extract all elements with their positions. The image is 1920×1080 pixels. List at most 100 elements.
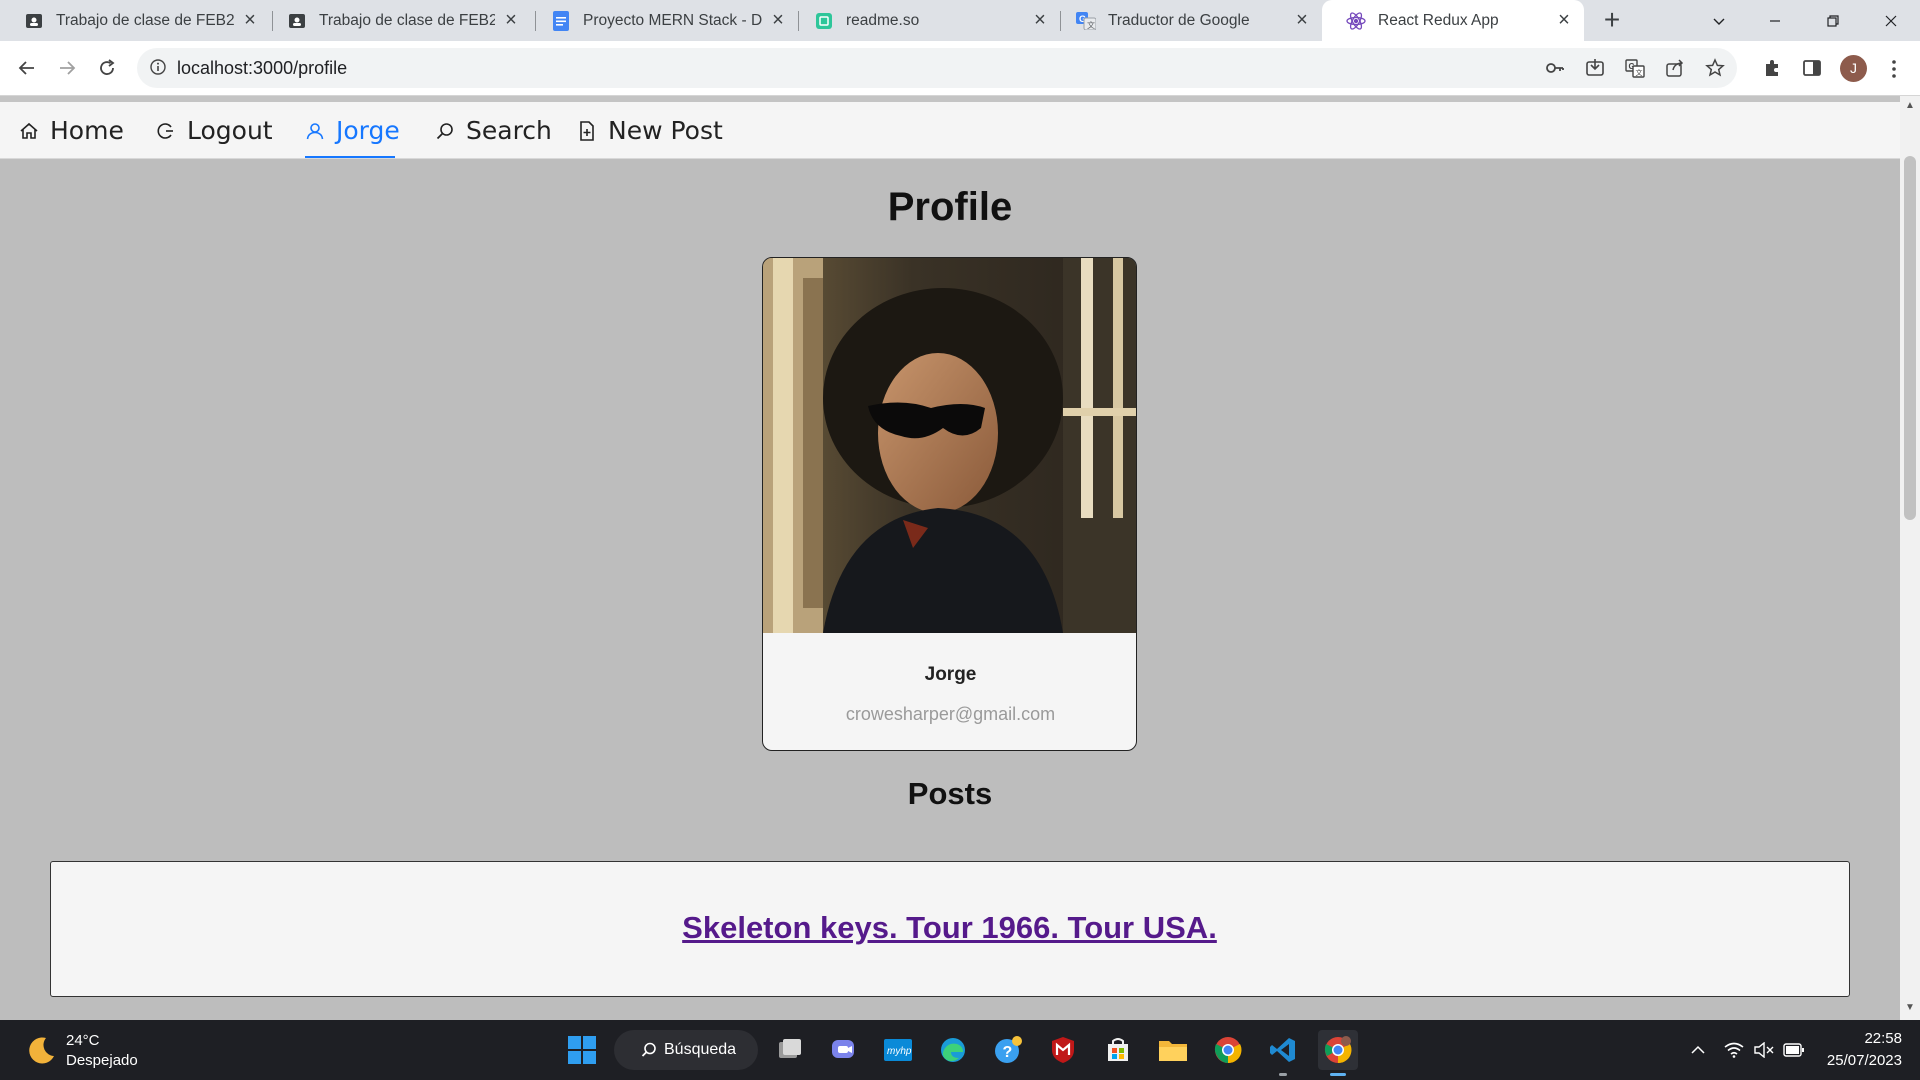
reload-button[interactable]: [92, 53, 122, 83]
forward-button[interactable]: [52, 53, 82, 83]
app-navbar: Home Logout Jorge Search New Post: [0, 102, 1900, 159]
browser-tab[interactable]: Trabajo de clase de FEB23 B ×: [0, 0, 270, 41]
key-icon[interactable]: [1545, 58, 1567, 80]
close-icon[interactable]: ×: [240, 9, 260, 31]
nav-item-profile[interactable]: Jorge: [304, 102, 400, 159]
restore-button[interactable]: [1804, 0, 1862, 41]
close-icon: [1885, 15, 1897, 26]
taskbar-search-label: Búsqueda: [664, 1041, 737, 1058]
teams-chat-button[interactable]: [823, 1030, 863, 1070]
mcafee-button[interactable]: [1043, 1030, 1083, 1070]
profile-name: Jorge: [924, 664, 977, 685]
browser-toolbar: localhost:3000/profile G文 J: [0, 41, 1920, 96]
tab-search-button[interactable]: [1690, 0, 1748, 41]
scrollbar-thumb[interactable]: [1904, 156, 1916, 520]
nav-item-label: Logout: [187, 116, 273, 145]
minimize-button[interactable]: [1746, 0, 1804, 41]
clock-date[interactable]: 25/07/2023: [1820, 1052, 1902, 1069]
microsoft-store-button[interactable]: [1098, 1030, 1138, 1070]
posts-heading: Posts: [907, 776, 993, 811]
search-icon: [641, 1042, 656, 1057]
tray-overflow-button[interactable]: [1686, 1038, 1710, 1062]
browser-tab[interactable]: readme.so ×: [790, 0, 1060, 41]
address-bar[interactable]: localhost:3000/profile G文: [137, 48, 1737, 88]
scroll-up-arrow-icon[interactable]: ▲: [1904, 100, 1916, 112]
scroll-down-arrow-icon[interactable]: ▼: [1904, 1002, 1916, 1014]
edge-button[interactable]: [933, 1030, 973, 1070]
windows-taskbar: 24°C Despejado Búsqueda myhp ? 22:58 25/…: [0, 1020, 1920, 1080]
close-icon[interactable]: ×: [501, 9, 521, 31]
moon-icon[interactable]: [26, 1034, 58, 1066]
chrome-profile-button[interactable]: [1318, 1030, 1358, 1076]
close-icon[interactable]: ×: [1554, 9, 1574, 31]
nav-item-logout[interactable]: Logout: [155, 102, 273, 159]
chrome-icon: [1324, 1036, 1352, 1064]
tab-title: Proyecto MERN Stack - Doc: [583, 11, 762, 29]
translate-icon: G文: [1076, 11, 1096, 31]
tab-title: Traductor de Google: [1108, 11, 1250, 29]
url-text[interactable]: localhost:3000/profile: [177, 58, 347, 79]
tab-title: Trabajo de clase de FEB23 B: [56, 11, 234, 29]
weather-temperature[interactable]: 24°C: [66, 1032, 100, 1049]
browser-tab[interactable]: Proyecto MERN Stack - Doc ×: [527, 0, 798, 41]
browser-tab-active[interactable]: React Redux App ×: [1322, 0, 1584, 41]
start-button[interactable]: [562, 1030, 602, 1070]
profile-avatar[interactable]: J: [1840, 55, 1867, 82]
clock-time[interactable]: 22:58: [1844, 1030, 1902, 1047]
new-tab-button[interactable]: +: [1598, 6, 1626, 34]
post-card: Skeleton keys. Tour 1966. Tour USA.: [50, 861, 1850, 997]
install-app-icon[interactable]: [1585, 58, 1607, 80]
nav-item-new-post[interactable]: New Post: [576, 102, 723, 159]
forward-arrow-icon: [60, 61, 76, 75]
vscode-button[interactable]: [1263, 1030, 1303, 1076]
edge-icon: [941, 1038, 965, 1062]
close-icon[interactable]: ×: [1292, 9, 1312, 31]
wifi-button[interactable]: [1722, 1038, 1746, 1062]
file-explorer-button[interactable]: [1153, 1030, 1193, 1070]
browser-tab[interactable]: Trabajo de clase de FEB23 B ×: [263, 0, 531, 41]
bookmark-star-icon[interactable]: [1705, 58, 1727, 80]
site-info-icon[interactable]: [149, 58, 169, 78]
page-scrollbar[interactable]: ▲ ▼: [1900, 96, 1920, 1020]
weather-description[interactable]: Despejado: [66, 1052, 138, 1069]
side-panel-button[interactable]: [1798, 54, 1826, 82]
active-tab-indicator: [305, 156, 395, 158]
back-button[interactable]: [12, 53, 42, 83]
file-add-icon: [580, 120, 594, 141]
svg-text:文: 文: [1636, 68, 1643, 77]
share-icon[interactable]: [1665, 58, 1687, 80]
chrome-button[interactable]: [1208, 1030, 1248, 1070]
tab-title: React Redux App: [1378, 11, 1499, 29]
help-app-button[interactable]: ?: [988, 1030, 1028, 1070]
puzzle-icon: [1766, 60, 1778, 76]
volume-button[interactable]: [1752, 1038, 1776, 1062]
browser-menu-button[interactable]: [1884, 55, 1904, 83]
nav-item-search[interactable]: Search: [434, 102, 552, 159]
mcafee-shield-icon: [1052, 1037, 1074, 1063]
vscode-icon: [1270, 1038, 1295, 1062]
home-icon: [20, 122, 38, 139]
nav-item-home[interactable]: Home: [18, 102, 124, 159]
close-icon[interactable]: ×: [1030, 9, 1050, 31]
side-panel-icon: [1803, 60, 1821, 76]
close-window-button[interactable]: [1862, 0, 1920, 41]
myhp-icon: myhp: [884, 1039, 912, 1061]
volume-muted-icon: [1754, 1042, 1774, 1058]
restore-icon: [1827, 14, 1839, 27]
translate-page-icon[interactable]: G文: [1625, 58, 1647, 80]
tab-title: Trabajo de clase de FEB23 B: [319, 11, 495, 29]
taskbar-search[interactable]: Búsqueda: [614, 1030, 758, 1070]
task-view-button[interactable]: [770, 1030, 810, 1070]
extensions-button[interactable]: [1758, 54, 1786, 82]
wifi-icon: [1724, 1042, 1744, 1058]
myhp-button[interactable]: myhp: [878, 1030, 918, 1070]
windows-icon: [568, 1036, 596, 1064]
browser-tab[interactable]: G文 Traductor de Google ×: [1052, 0, 1322, 41]
battery-button[interactable]: [1782, 1038, 1806, 1062]
logout-icon: [157, 122, 173, 139]
close-icon[interactable]: ×: [768, 9, 788, 31]
chevron-down-icon: [1713, 18, 1725, 25]
nav-item-label: Search: [466, 116, 552, 145]
nav-item-label: Jorge: [336, 116, 400, 145]
post-title-link[interactable]: Skeleton keys. Tour 1966. Tour USA.: [51, 910, 1848, 946]
